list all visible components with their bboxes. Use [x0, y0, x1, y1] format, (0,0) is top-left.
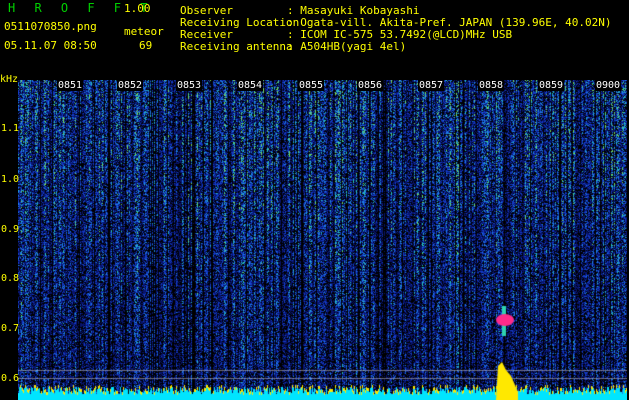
- time-tick-0855: 0855: [298, 80, 325, 91]
- time-tick-0900: 0900: [595, 80, 622, 91]
- y-tick-0-7: 0.7: [1, 323, 20, 334]
- spectrogram: [18, 80, 627, 400]
- y-tick-1-1: 1.1: [1, 123, 20, 134]
- antenna-value: : A504HB(yagi 4el): [287, 40, 407, 53]
- time-tick-0859: 0859: [538, 80, 565, 91]
- date-time: 05.11.07 08:50: [4, 39, 97, 52]
- mode-label: meteor: [124, 25, 164, 38]
- time-tick-0853: 0853: [176, 80, 203, 91]
- time-tick-0856: 0856: [357, 80, 384, 91]
- y-tick-0-8: 0.8: [1, 273, 20, 284]
- antenna-label: Receiving antenna: [180, 40, 293, 53]
- file-name: 0511070850.png: [4, 20, 97, 33]
- time-tick-0857: 0857: [418, 80, 445, 91]
- time-tick-0858: 0858: [478, 80, 505, 91]
- frequency-unit: kHz: [0, 74, 19, 85]
- app-version: 1.00: [124, 2, 151, 15]
- time-tick-0852: 0852: [117, 80, 144, 91]
- y-tick-0-9: 0.9: [1, 224, 20, 235]
- meteor-count: 69: [139, 39, 153, 52]
- y-tick-1-0: 1.0: [1, 174, 20, 185]
- time-tick-0854: 0854: [237, 80, 264, 91]
- y-tick-0-6: 0.6: [1, 373, 20, 384]
- time-tick-0851: 0851: [57, 80, 84, 91]
